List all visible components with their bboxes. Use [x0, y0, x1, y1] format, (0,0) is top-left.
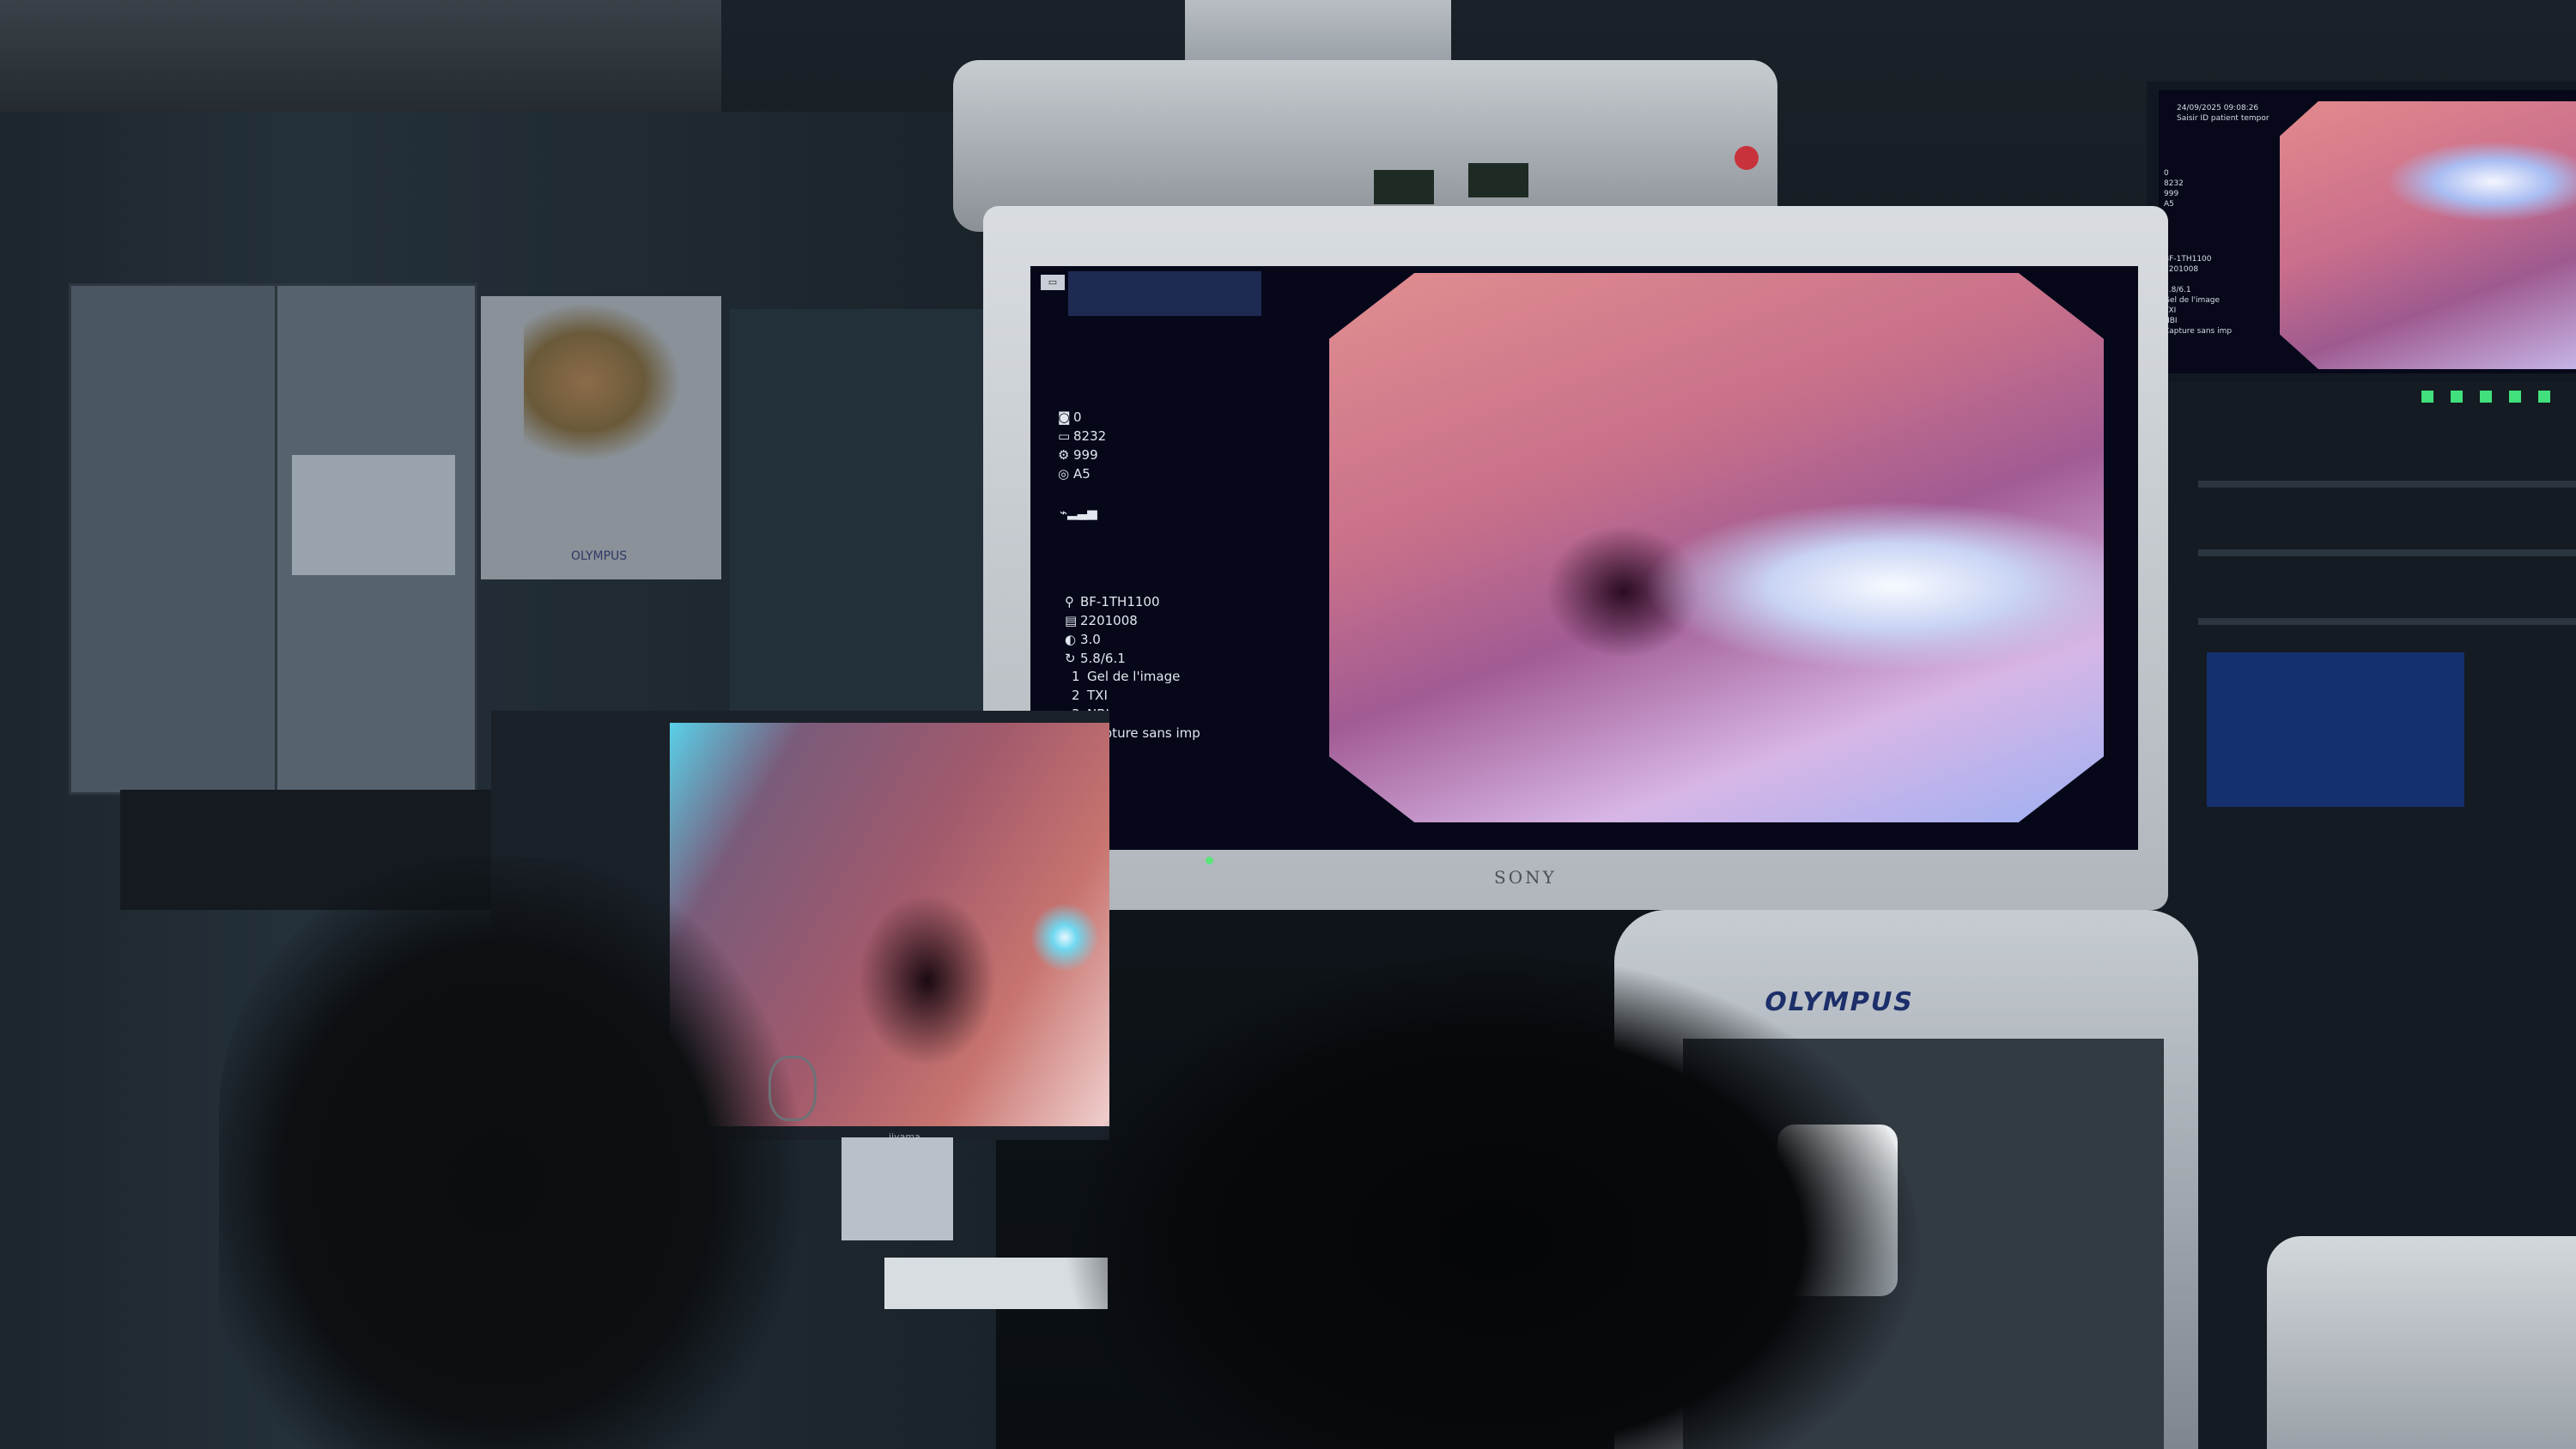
- monitor-stand: [841, 1137, 953, 1240]
- counter-value: 8232: [2164, 179, 2184, 188]
- signal-bars-icon: ⌁▂▃▅: [1060, 505, 1097, 520]
- emergency-button: [1735, 146, 1759, 170]
- serial-icon: ▤: [1065, 613, 1078, 628]
- person-silhouette: [219, 858, 837, 1449]
- shelf: [2198, 481, 2576, 488]
- scope-model: BF-1TH1100: [1080, 594, 1160, 609]
- function-item: NBI: [2164, 317, 2178, 325]
- secondary-functions: BF-1TH1100 2201008 3 5.8/6.1 Gel de l'im…: [2164, 254, 2232, 336]
- zoom-value: 3.0: [1080, 632, 1101, 647]
- counter-value: A5: [2164, 200, 2174, 209]
- patient-header-box: [1068, 271, 1261, 316]
- storage-count: 8232: [1073, 428, 1107, 444]
- function-item: TXI: [2164, 306, 2177, 315]
- counter-value: 999: [2164, 190, 2179, 198]
- ceiling-panel: [0, 0, 721, 120]
- scope-icon: ⚲: [1065, 594, 1074, 609]
- osd-counters: ◙ 0 ▭ 8232 ⚙ 999 ◎ A5: [1058, 408, 1106, 483]
- record-icon: ◎: [1058, 466, 1070, 482]
- patient-id-prompt: Saisir ID patient tempor: [2177, 114, 2269, 123]
- power-led: [1206, 857, 1213, 864]
- shelf: [2198, 618, 2576, 625]
- camera-icon: ◙: [1058, 409, 1071, 425]
- poster-brand: OLYMPUS: [571, 549, 628, 563]
- datetime: 24/09/2025 09:08:26: [2177, 104, 2259, 112]
- wall-shelving: [730, 309, 1005, 712]
- endoscopic-view: [1329, 273, 2104, 822]
- status-leds: [2421, 391, 2559, 403]
- function-item: Gel de l'image: [2164, 296, 2220, 305]
- function-item: 2201008: [2164, 265, 2199, 274]
- gear-counter-icon: ⚙: [1058, 447, 1070, 463]
- record-mode: A5: [1073, 466, 1091, 482]
- cabinet-door: [69, 283, 280, 795]
- monitor-brand: SONY: [1494, 867, 1557, 888]
- secondary-header: 24/09/2025 09:08:26 Saisir ID patient te…: [2177, 103, 2269, 124]
- function-label: Gel de l'image: [1087, 669, 1181, 684]
- blue-crates: [2207, 652, 2464, 807]
- function-item: BF-1TH1100: [2164, 255, 2212, 264]
- counter-value: 0: [2164, 169, 2169, 178]
- anatomy-illustration: [524, 305, 678, 459]
- enhance-value: 5.8/6.1: [1080, 651, 1126, 666]
- function-item: 5.8/6.1: [2164, 286, 2191, 294]
- glasses: [769, 1056, 817, 1121]
- function-item: Capture sans imp: [2164, 327, 2233, 336]
- osd-scope-info: ⚲ BF-1TH1100 ▤ 2201008 ◐ 3.0 ↻ 5.8/6.1: [1065, 592, 1160, 668]
- wall-sticker: [292, 455, 455, 575]
- refresh-icon: ↻: [1065, 651, 1076, 666]
- dial-icon: ◐: [1065, 632, 1077, 647]
- function-number: 1: [1072, 669, 1080, 684]
- function-item: 3: [2164, 275, 2232, 285]
- power-socket: [1374, 170, 1434, 204]
- storage-icon: ▭: [1058, 428, 1071, 444]
- image-count: 0: [1073, 409, 1082, 425]
- signal-indicator: ⌁▂▃▅: [1060, 503, 1097, 522]
- power-socket: [1468, 163, 1528, 197]
- secondary-endoscopic-view: [2280, 101, 2576, 369]
- header-tag: ▭: [1041, 275, 1065, 290]
- function-number: 2: [1072, 688, 1080, 703]
- corner-device: [2267, 1236, 2576, 1449]
- remaining-count: 999: [1073, 447, 1098, 463]
- scope-serial: 2201008: [1080, 613, 1138, 628]
- secondary-counters: 0 8232 999 A5: [2164, 168, 2184, 209]
- function-label: TXI: [1087, 688, 1108, 703]
- shelf: [2198, 549, 2576, 556]
